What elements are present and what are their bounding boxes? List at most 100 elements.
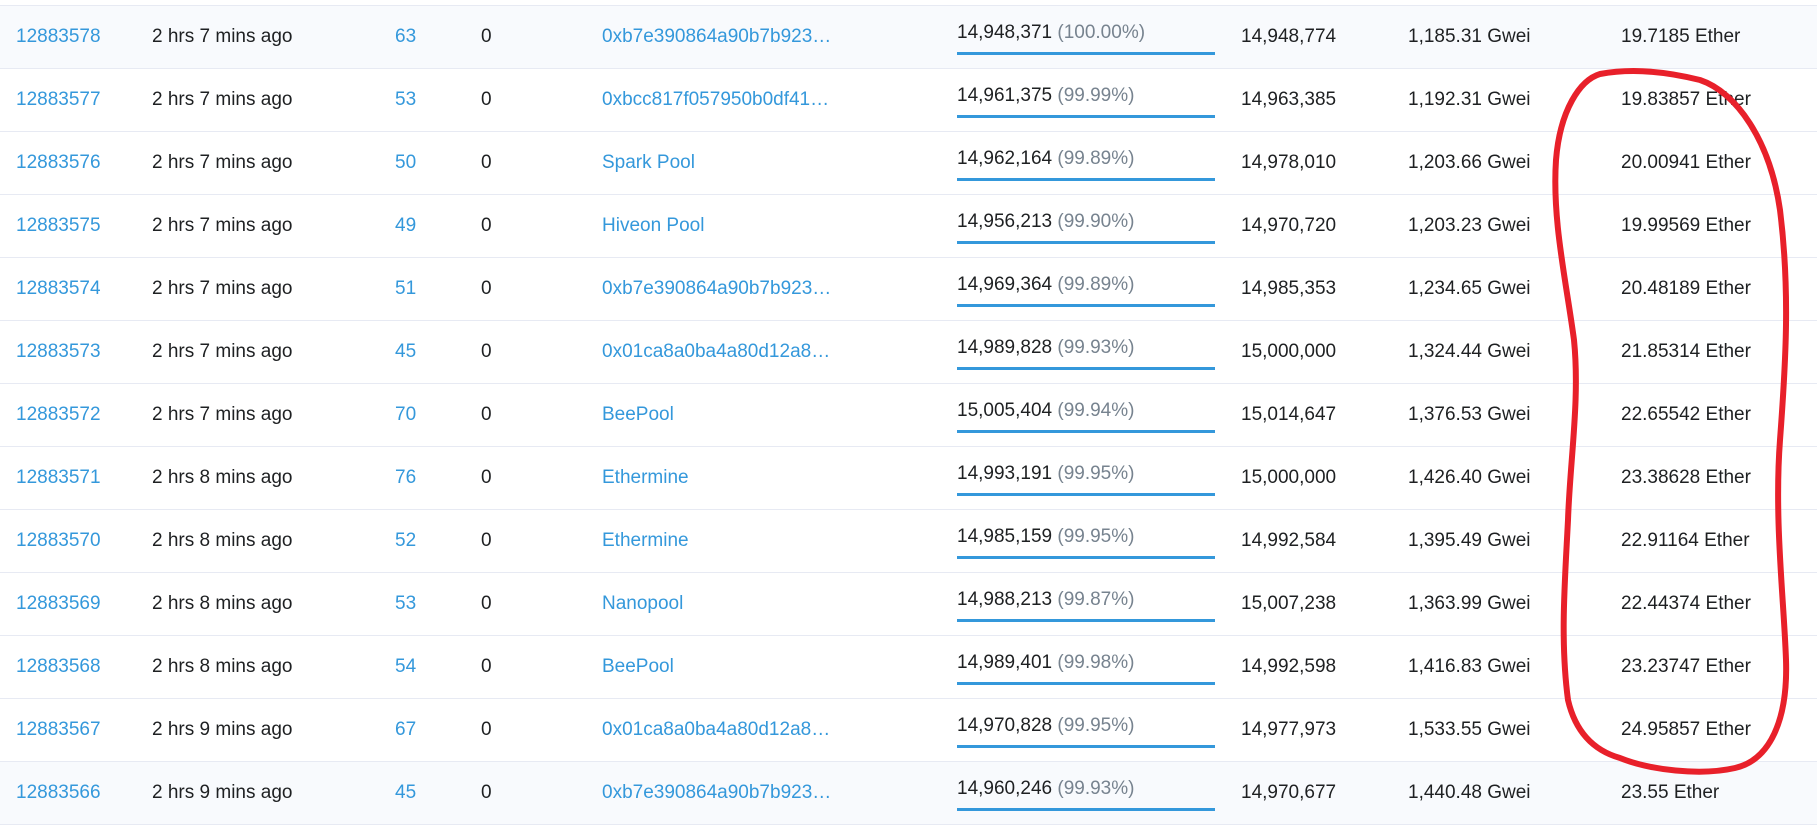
gas-limit: 14,970,677 (1241, 782, 1337, 803)
uncles-count: 0 (481, 782, 492, 803)
txn-cell: 63 (395, 6, 481, 69)
avg-gas-price: 1,395.49 Gwei (1408, 530, 1531, 551)
gas-used-text: 14,948,371 (100.00%) (957, 22, 1145, 53)
gas-limit: 15,000,000 (1241, 467, 1337, 488)
txn-count-link[interactable]: 45 (395, 782, 416, 803)
gas-used-value: 14,960,246 (957, 777, 1053, 799)
txn-cell: 67 (395, 699, 481, 762)
block-number-link[interactable]: 12883569 (16, 593, 101, 614)
table-row: 12883570 2 hrs 8 mins ago 52 0 Ethermine 14,9… (0, 509, 1817, 573)
txn-count-link[interactable]: 49 (395, 215, 416, 236)
block-number-link[interactable]: 12883575 (16, 215, 101, 236)
gas-limit: 14,992,598 (1241, 656, 1337, 677)
uncles-cell: 0 (481, 6, 602, 69)
block-number-link[interactable]: 12883577 (16, 89, 101, 110)
gas-used-cell: 14,989,401 (99.98%) (957, 636, 1241, 699)
uncles-cell: 0 (481, 699, 602, 762)
uncles-count: 0 (481, 656, 492, 677)
miner-link[interactable]: 0xb7e390864a90b7b923… (602, 278, 831, 299)
block-number-link[interactable]: 12883574 (16, 278, 101, 299)
txn-count-link[interactable]: 52 (395, 530, 416, 551)
txn-cell: 49 (395, 195, 481, 258)
block-number-link[interactable]: 12883572 (16, 404, 101, 425)
txn-count-link[interactable]: 51 (395, 278, 416, 299)
txn-count-link[interactable]: 63 (395, 26, 416, 47)
miner-cell: 0xb7e390864a90b7b923… (602, 762, 957, 825)
block-cell: 12883572 (0, 384, 152, 447)
miner-cell: Spark Pool (602, 132, 957, 195)
block-age: 2 hrs 7 mins ago (152, 341, 293, 362)
uncles-count: 0 (481, 341, 492, 362)
miner-link[interactable]: 0xb7e390864a90b7b923… (602, 782, 831, 803)
block-number-link[interactable]: 12883566 (16, 782, 101, 803)
gas-used-text: 14,962,164 (99.89%) (957, 148, 1134, 179)
gas-used-cell: 14,970,828 (99.95%) (957, 699, 1241, 762)
txn-count-link[interactable]: 54 (395, 656, 416, 677)
miner-link[interactable]: 0xbcc817f057950b0df41… (602, 89, 829, 110)
gas-limit: 15,007,238 (1241, 593, 1337, 614)
miner-cell: Ethermine (602, 510, 957, 573)
block-age: 2 hrs 8 mins ago (152, 467, 293, 488)
txn-count-link[interactable]: 53 (395, 89, 416, 110)
reward-cell: 20.48189 Ether (1621, 258, 1817, 321)
block-number-link[interactable]: 12883576 (16, 152, 101, 173)
miner-link[interactable]: Hiveon Pool (602, 215, 704, 236)
gas-used-bar-fill (957, 492, 1215, 496)
miner-link[interactable]: 0xb7e390864a90b7b923… (602, 26, 831, 47)
gas-used-bar-fill (957, 303, 1215, 307)
gas-used-bar (957, 492, 1215, 496)
miner-link[interactable]: Ethermine (602, 530, 689, 551)
gas-limit-cell: 15,000,000 (1241, 447, 1408, 510)
gas-limit-cell: 14,970,720 (1241, 195, 1408, 258)
gas-used-group: 14,961,375 (99.99%) (957, 84, 1215, 118)
miner-cell: BeePool (602, 636, 957, 699)
gas-used-value: 14,961,375 (957, 84, 1053, 106)
table-row: 12883571 2 hrs 8 mins ago 76 0 Ethermine 14,9… (0, 446, 1817, 510)
miner-link[interactable]: BeePool (602, 656, 674, 677)
miner-link[interactable]: 0x01ca8a0ba4a80d12a8… (602, 719, 830, 740)
block-number-link[interactable]: 12883567 (16, 719, 101, 740)
gas-limit: 14,977,973 (1241, 719, 1337, 740)
txn-count-link[interactable]: 45 (395, 341, 416, 362)
gas-used-percent: (99.99%) (1057, 84, 1135, 106)
gas-used-group: 14,948,371 (100.00%) (957, 22, 1215, 55)
miner-cell: Ethermine (602, 447, 957, 510)
gas-used-group: 14,993,191 (99.95%) (957, 462, 1215, 496)
block-number-link[interactable]: 12883571 (16, 467, 101, 488)
miner-link[interactable]: Spark Pool (602, 152, 695, 173)
gas-used-bar-fill (957, 51, 1215, 55)
txn-count-link[interactable]: 53 (395, 593, 416, 614)
gas-used-value: 14,993,191 (957, 462, 1053, 484)
miner-cell: 0xb7e390864a90b7b923… (602, 258, 957, 321)
block-reward: 21.85314 Ether (1621, 341, 1751, 362)
avg-gas-price-cell: 1,185.31 Gwei (1408, 6, 1621, 69)
txn-cell: 52 (395, 510, 481, 573)
block-number-link[interactable]: 12883573 (16, 341, 101, 362)
miner-link[interactable]: BeePool (602, 404, 674, 425)
gas-used-cell: 14,969,364 (99.89%) (957, 258, 1241, 321)
reward-cell: 24.95857 Ether (1621, 699, 1817, 762)
txn-count-link[interactable]: 70 (395, 404, 416, 425)
miner-link[interactable]: 0x01ca8a0ba4a80d12a8… (602, 341, 830, 362)
gas-limit-cell: 14,985,353 (1241, 258, 1408, 321)
uncles-cell: 0 (481, 321, 602, 384)
txn-count-link[interactable]: 76 (395, 467, 416, 488)
miner-cell: BeePool (602, 384, 957, 447)
txn-count-link[interactable]: 67 (395, 719, 416, 740)
block-cell: 12883567 (0, 699, 152, 762)
table-row: 12883573 2 hrs 7 mins ago 45 0 0x01ca8a0ba4a… (0, 320, 1817, 384)
blocks-page: 12883578 2 hrs 7 mins ago 63 0 0xb7e390864a9… (0, 0, 1817, 831)
miner-link[interactable]: Nanopool (602, 593, 683, 614)
reward-cell: 21.85314 Ether (1621, 321, 1817, 384)
uncles-count: 0 (481, 593, 492, 614)
block-number-link[interactable]: 12883568 (16, 656, 101, 677)
miner-link[interactable]: Ethermine (602, 467, 689, 488)
block-number-link[interactable]: 12883570 (16, 530, 101, 551)
gas-used-percent: (99.89%) (1057, 273, 1135, 295)
gas-used-bar (957, 681, 1215, 685)
block-number-link[interactable]: 12883578 (16, 26, 101, 47)
gas-used-bar (957, 177, 1215, 181)
uncles-count: 0 (481, 404, 492, 425)
reward-cell: 23.23747 Ether (1621, 636, 1817, 699)
txn-count-link[interactable]: 50 (395, 152, 416, 173)
